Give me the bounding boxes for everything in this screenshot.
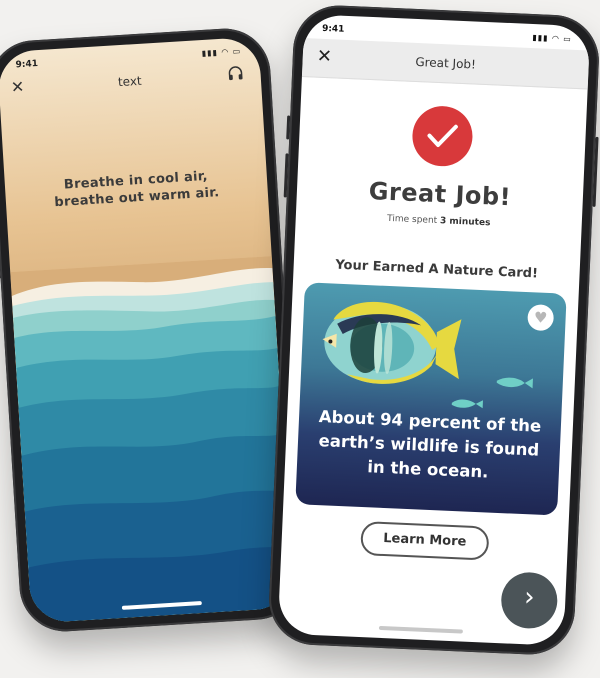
- headphones-icon[interactable]: [226, 63, 245, 82]
- volume-down-button: [0, 234, 1, 279]
- checkmark-icon: [411, 104, 474, 168]
- headline: Great Job!: [368, 177, 512, 212]
- volume-up-button: [283, 153, 289, 198]
- great-job-screen: 9:41 ▮▮▮ ◠ ▭ ✕ Great Job! Great Job! Tim…: [277, 14, 591, 646]
- chevron-right-icon: ›: [523, 582, 536, 613]
- status-icons: ▮▮▮ ◠ ▭: [532, 33, 573, 44]
- status-time: 9:41: [15, 59, 39, 71]
- time-spent-label: Time spent: [386, 213, 438, 227]
- status-icons: ▮▮▮ ◠ ▭: [201, 46, 242, 59]
- time-spent: Time spent 3 minutes: [296, 210, 582, 232]
- power-button: [592, 136, 599, 207]
- screen-title: text: [117, 73, 143, 90]
- home-indicator: [378, 625, 463, 634]
- header-title: Great Job!: [415, 54, 477, 72]
- breathing-screen: 9:41 ▮▮▮ ◠ ▭ ✕ text Breathe in cool air,…: [0, 36, 294, 624]
- next-button[interactable]: ›: [500, 571, 559, 630]
- mute-switch: [286, 115, 291, 140]
- time-spent-value: 3 minutes: [439, 216, 491, 229]
- phone-left: 9:41 ▮▮▮ ◠ ▭ ✕ text Breathe in cool air,…: [0, 25, 304, 635]
- check-glyph: [427, 124, 458, 148]
- phone-right: 9:41 ▮▮▮ ◠ ▭ ✕ Great Job! Great Job! Tim…: [267, 3, 600, 657]
- heart-glyph: ♥: [533, 308, 548, 327]
- learn-more-button[interactable]: Learn More: [360, 521, 490, 561]
- ocean-waves-illustration: [10, 256, 294, 624]
- status-time: 9:41: [321, 23, 345, 35]
- nature-fact: About 94 percent of the earth’s wildlife…: [306, 405, 551, 487]
- earned-label: Your Earned A Nature Card!: [335, 257, 539, 282]
- fish-illustration: [322, 301, 533, 409]
- nature-card[interactable]: ♥ About 94 percent of the earth’s wildli…: [295, 282, 567, 516]
- breathing-instruction: Breathe in cool air, breathe out warm ai…: [25, 166, 249, 213]
